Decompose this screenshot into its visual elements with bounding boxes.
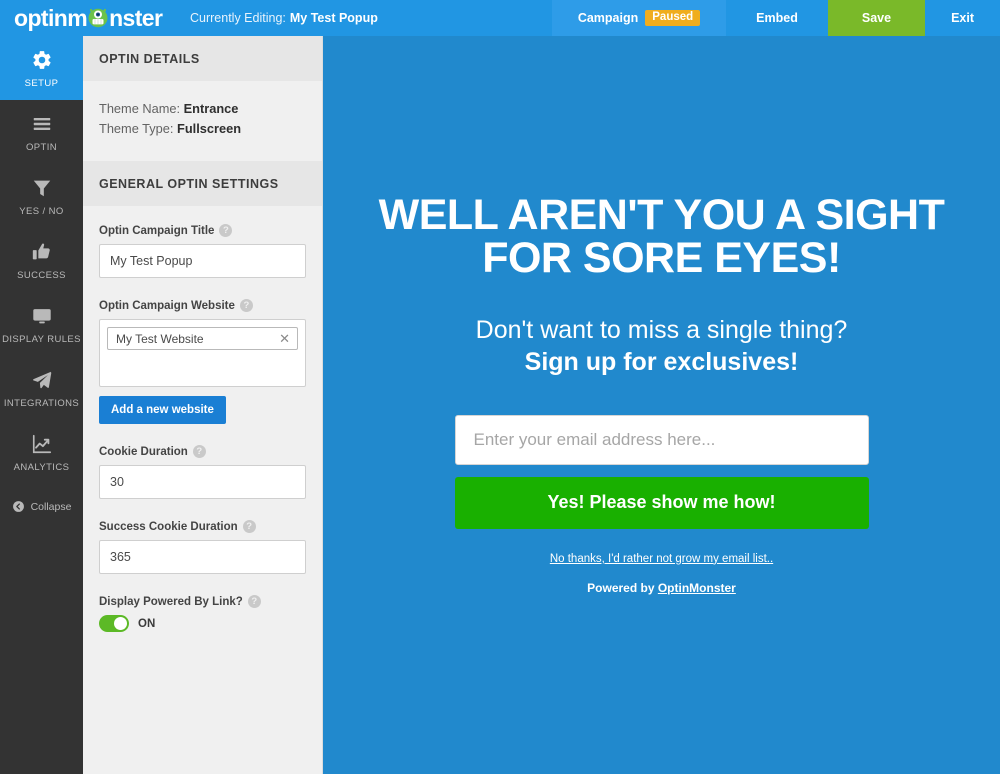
- exit-button[interactable]: Exit: [925, 0, 1000, 36]
- theme-type-label: Theme Type:: [99, 121, 174, 136]
- theme-name-label: Theme Name:: [99, 101, 181, 116]
- sidebar-item-label: SUCCESS: [17, 270, 66, 281]
- paper-plane-icon: [31, 369, 53, 391]
- sidebar-item-success[interactable]: SUCCESS: [0, 228, 83, 292]
- toggle-knob: [114, 617, 127, 630]
- preview-submit-button[interactable]: Yes! Please show me how!: [454, 476, 869, 529]
- campaign-website-label: Optin Campaign Website: [99, 299, 235, 312]
- powered-by-label: Display Powered By Link?: [99, 595, 243, 608]
- powered-by-label-row: Display Powered By Link? ?: [99, 595, 306, 608]
- gear-icon: [31, 49, 53, 71]
- sidebar-item-setup[interactable]: SETUP: [0, 36, 83, 100]
- thumbs-up-icon: [31, 241, 53, 263]
- website-token-label: My Test Website: [116, 331, 204, 346]
- optin-details-body: Theme Name: Entrance Theme Type: Fullscr…: [83, 81, 322, 161]
- theme-name-value: Entrance: [183, 101, 239, 116]
- campaign-title-input[interactable]: My Test Popup: [99, 244, 306, 278]
- campaign-website-field-group: Optin Campaign Website ? My Test Website…: [99, 299, 306, 424]
- cookie-duration-input[interactable]: 30: [99, 465, 306, 499]
- sidebar-item-label: YES / NO: [19, 206, 64, 217]
- logo-text-before: optinm: [14, 4, 88, 31]
- logo-text: optinm nster: [14, 4, 163, 31]
- campaign-website-label-row: Optin Campaign Website ?: [99, 299, 306, 312]
- theme-name-row: Theme Name: Entrance: [99, 99, 306, 119]
- website-token[interactable]: My Test Website ✕: [107, 327, 298, 350]
- optinmonster-campaign-editor: optinm nster Currently Editing: My Test …: [0, 0, 1000, 774]
- powered-by-field-group: Display Powered By Link? ? ON: [99, 595, 306, 632]
- top-bar-actions: Campaign Paused Embed Save Exit: [551, 0, 1000, 36]
- collapse-label: Collapse: [30, 500, 72, 513]
- powered-by-toggle[interactable]: [99, 615, 129, 632]
- success-cookie-label: Success Cookie Duration: [99, 520, 238, 533]
- optinmonster-link[interactable]: OptinMonster: [658, 581, 736, 595]
- theme-type-row: Theme Type: Fullscreen: [99, 119, 306, 139]
- save-button[interactable]: Save: [827, 0, 926, 36]
- sidebar-item-label: OPTIN: [25, 142, 58, 153]
- close-x-icon[interactable]: ✕: [279, 332, 290, 345]
- powered-by-state: ON: [138, 617, 156, 630]
- left-sidebar-nav: SETUP OPTIN YES / NO SUCCESS DISPLAY RUL…: [0, 36, 83, 774]
- help-icon[interactable]: ?: [239, 299, 253, 312]
- help-icon[interactable]: ?: [242, 520, 256, 533]
- circle-arrow-left-icon: [12, 500, 25, 513]
- general-settings-body: Optin Campaign Title ? My Test Popup Opt…: [83, 206, 322, 648]
- sidebar-item-label: SETUP: [24, 78, 59, 89]
- cookie-duration-label-row: Cookie Duration ?: [99, 445, 306, 458]
- add-website-button[interactable]: Add a new website: [99, 396, 226, 424]
- campaign-status-button[interactable]: Campaign Paused: [551, 0, 727, 36]
- cookie-duration-label: Cookie Duration: [99, 445, 188, 458]
- settings-panel: OPTIN DETAILS Theme Name: Entrance Theme…: [83, 36, 323, 774]
- preview-subheading-line2: Sign up for exclusives!: [524, 347, 799, 376]
- preview-email-input[interactable]: Enter your email address here...: [454, 414, 869, 465]
- monitor-icon: [31, 305, 53, 327]
- help-icon[interactable]: ?: [219, 224, 233, 237]
- sidebar-item-label: DISPLAY RULES: [2, 334, 81, 345]
- optinmonster-logo[interactable]: optinm nster: [0, 0, 190, 36]
- currently-editing-prefix: Currently Editing:: [190, 11, 286, 25]
- campaign-title-label: Optin Campaign Title: [99, 224, 215, 237]
- preview-subheading-line1: Don't want to miss a single thing?: [475, 315, 848, 344]
- campaign-title-field-group: Optin Campaign Title ? My Test Popup: [99, 224, 306, 278]
- help-icon[interactable]: ?: [192, 445, 206, 458]
- cookie-duration-field-group: Cookie Duration ? 30: [99, 445, 306, 499]
- hamburger-icon: [31, 113, 53, 135]
- preview-powered-by: Powered by OptinMonster: [587, 581, 736, 595]
- campaign-website-select[interactable]: My Test Website ✕: [99, 319, 306, 387]
- campaign-preview: WELL AREN'T YOU A SIGHT FOR SORE EYES! D…: [323, 36, 1000, 774]
- sidebar-item-label: INTEGRATIONS: [3, 398, 80, 409]
- status-badge: Paused: [645, 9, 701, 27]
- sidebar-item-label: ANALYTICS: [13, 462, 70, 473]
- success-cookie-label-row: Success Cookie Duration ?: [99, 520, 306, 533]
- success-cookie-input[interactable]: 365: [99, 540, 306, 574]
- campaign-label: Campaign: [577, 11, 639, 25]
- sidebar-item-yes-no[interactable]: YES / NO: [0, 164, 83, 228]
- preview-headline[interactable]: WELL AREN'T YOU A SIGHT FOR SORE EYES!: [362, 193, 962, 280]
- sidebar-item-analytics[interactable]: ANALYTICS: [0, 420, 83, 484]
- top-bar: optinm nster Currently Editing: My Test …: [0, 0, 1000, 36]
- sidebar-item-optin[interactable]: OPTIN: [0, 100, 83, 164]
- preview-decline-link[interactable]: No thanks, I'd rather not grow my email …: [550, 553, 773, 565]
- monster-icon: [87, 7, 109, 29]
- currently-editing-name: My Test Popup: [289, 11, 378, 25]
- currently-editing: Currently Editing: My Test Popup: [190, 0, 552, 36]
- powered-by-prefix: Powered by: [587, 580, 658, 595]
- help-icon[interactable]: ?: [247, 595, 261, 608]
- success-cookie-field-group: Success Cookie Duration ? 365: [99, 520, 306, 574]
- campaign-title-label-row: Optin Campaign Title ?: [99, 224, 306, 237]
- optin-details-header: OPTIN DETAILS: [83, 36, 322, 81]
- theme-type-value: Fullscreen: [177, 121, 242, 136]
- embed-button[interactable]: Embed: [726, 0, 828, 36]
- sidebar-item-integrations[interactable]: INTEGRATIONS: [0, 356, 83, 420]
- collapse-sidebar-button[interactable]: Collapse: [0, 500, 83, 513]
- chart-line-icon: [31, 433, 53, 455]
- funnel-icon: [31, 177, 53, 199]
- preview-subheading[interactable]: Don't want to miss a single thing? Sign …: [476, 314, 848, 378]
- general-settings-header: GENERAL OPTIN SETTINGS: [83, 161, 322, 206]
- powered-by-toggle-row: ON: [99, 615, 306, 632]
- logo-text-after: nster: [109, 4, 163, 31]
- sidebar-item-display-rules[interactable]: DISPLAY RULES: [0, 292, 83, 356]
